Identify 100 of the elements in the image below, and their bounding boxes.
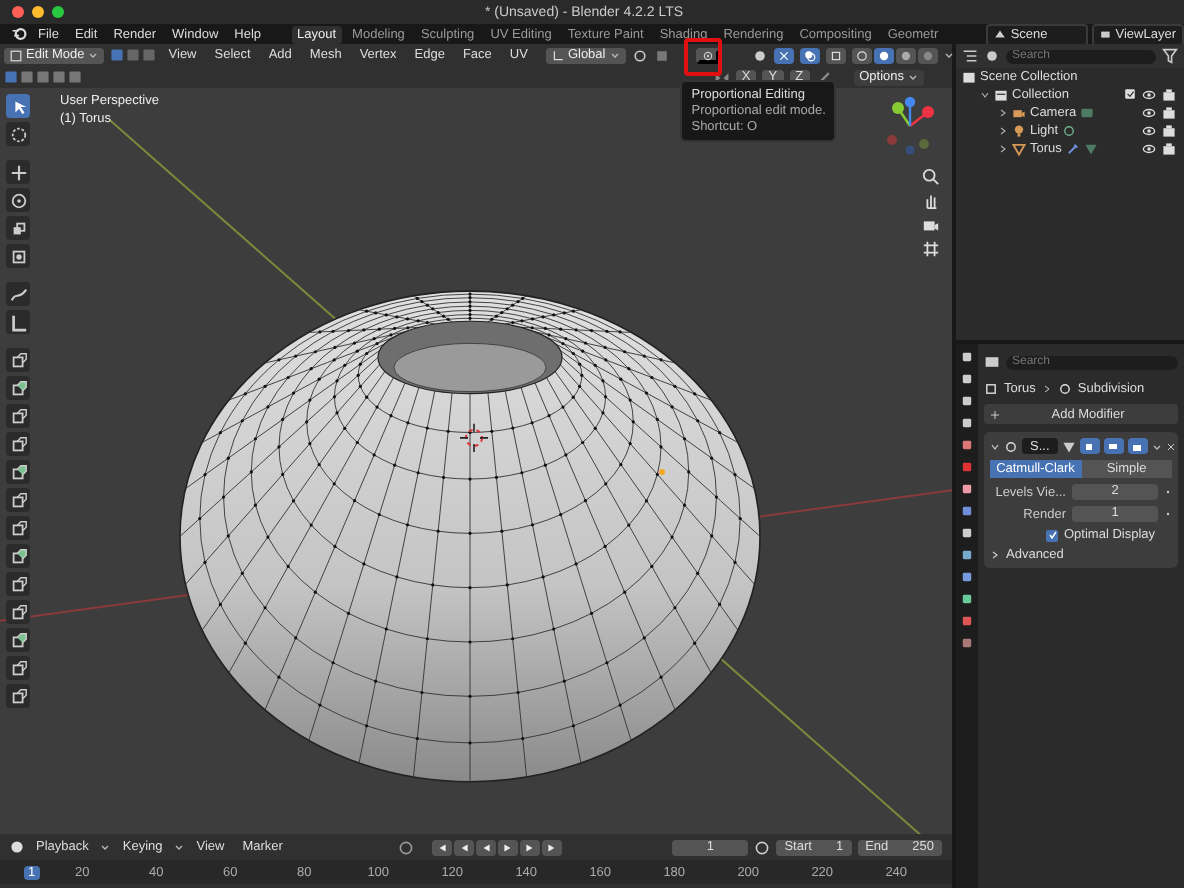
tool-button[interactable] (6, 572, 30, 596)
tool-button[interactable] (6, 460, 30, 484)
tool-button[interactable] (6, 160, 30, 184)
play-button[interactable] (498, 839, 519, 855)
rendered-shading-button[interactable] (917, 47, 938, 63)
viewport-toggle[interactable] (1103, 438, 1124, 454)
tool-button[interactable] (6, 432, 30, 456)
caret-icon (100, 842, 111, 852)
tool-button[interactable] (6, 310, 30, 334)
scene-collection-icon (962, 70, 976, 84)
light-data-icon (1062, 124, 1077, 138)
tool-button[interactable] (6, 628, 30, 652)
keyframe-forward-button[interactable] (520, 839, 541, 855)
tool-icon (9, 407, 27, 425)
tool-button[interactable] (6, 544, 30, 568)
jump-end-button[interactable] (542, 839, 563, 855)
check-icon (1047, 530, 1057, 540)
tool-button[interactable] (6, 600, 30, 624)
view-layer-tab-icon (960, 416, 974, 430)
render-tab-icon (960, 372, 974, 386)
camera-icon (1162, 142, 1176, 156)
edit-mode-toggle[interactable] (1079, 438, 1100, 454)
stopwatch-icon (754, 839, 771, 855)
monitor-icon (1108, 441, 1119, 451)
jump-start-button[interactable] (432, 839, 453, 855)
tool-icon (9, 687, 27, 705)
maximize-button[interactable] (52, 6, 64, 18)
camera-data-icon (1080, 106, 1095, 120)
tool-button[interactable] (6, 376, 30, 400)
modifier-tab-icon (960, 504, 974, 518)
play-reverse-button[interactable] (476, 839, 497, 855)
checkbox[interactable] (1046, 529, 1058, 541)
tool-button[interactable] (6, 348, 30, 372)
crosshair-icon (459, 423, 489, 453)
axes-icon (551, 49, 564, 61)
tool-icon (9, 463, 27, 481)
tool-button[interactable] (6, 404, 30, 428)
gizmo-toggle[interactable] (773, 47, 794, 63)
camera-icon (1012, 106, 1026, 120)
mesh-data-icon (1061, 439, 1076, 453)
tool-button[interactable] (6, 488, 30, 512)
eye-icon (1142, 106, 1156, 120)
tool-button[interactable] (6, 122, 30, 146)
caret-icon (174, 842, 185, 852)
render-toggle[interactable] (1127, 438, 1148, 454)
solid-shading-button[interactable] (873, 47, 894, 63)
tool-tab-icon (960, 350, 974, 364)
minimize-button[interactable] (32, 6, 44, 18)
layers-icon (1099, 28, 1112, 40)
tool-button[interactable] (6, 282, 30, 306)
tool-icon (9, 435, 27, 453)
caret-icon (609, 50, 620, 60)
camera-icon (922, 216, 940, 234)
checkbox-icon (1124, 88, 1136, 100)
clock-icon (10, 840, 24, 854)
tool-button[interactable] (6, 516, 30, 540)
data-tab-icon (960, 592, 974, 606)
filter-icon (1162, 48, 1178, 64)
overlay-icon (803, 49, 816, 61)
tool-icon (9, 491, 27, 509)
caret-icon (908, 72, 918, 82)
material-shading-button[interactable] (895, 47, 916, 63)
mode-icon (10, 49, 22, 61)
tool-button[interactable] (6, 656, 30, 680)
zoom-icon (922, 168, 940, 186)
outliner-icon (962, 48, 978, 64)
mesh-data-icon (1083, 142, 1098, 156)
particles-tab-icon (960, 526, 974, 540)
eye-icon (1142, 124, 1156, 138)
tool-icon (9, 519, 27, 537)
snap-icon (653, 47, 670, 63)
eye-icon (1142, 142, 1156, 156)
camera-icon (1162, 88, 1176, 102)
output-tab-icon (960, 394, 974, 408)
world-tab-icon (960, 460, 974, 474)
light-bulb-icon (1012, 124, 1026, 138)
tool-icon (9, 247, 27, 265)
app-logo-icon (10, 26, 28, 42)
grid-icon (922, 240, 940, 258)
xray-icon (829, 49, 842, 61)
tool-icon (9, 659, 27, 677)
tool-icon (9, 631, 27, 649)
keyframe-back-button[interactable] (454, 839, 475, 855)
proportional-editing-button[interactable] (695, 47, 720, 63)
tool-icon (9, 163, 27, 181)
tool-button[interactable] (6, 684, 30, 708)
filter-view-icon (984, 48, 1000, 64)
scene-tab-icon (960, 438, 974, 452)
tool-button[interactable] (6, 216, 30, 240)
tool-button[interactable] (6, 188, 30, 212)
tool-button[interactable] (6, 94, 30, 118)
close-button[interactable] (12, 6, 24, 18)
tool-button[interactable] (6, 244, 30, 268)
camera-icon (1132, 441, 1143, 451)
scene-icon (994, 28, 1007, 40)
square-icon (1084, 441, 1095, 451)
wireframe-shading-button[interactable] (851, 47, 872, 63)
overlay-toggle[interactable] (799, 47, 820, 63)
arrows-icon (777, 49, 790, 61)
xray-toggle[interactable] (825, 47, 846, 63)
